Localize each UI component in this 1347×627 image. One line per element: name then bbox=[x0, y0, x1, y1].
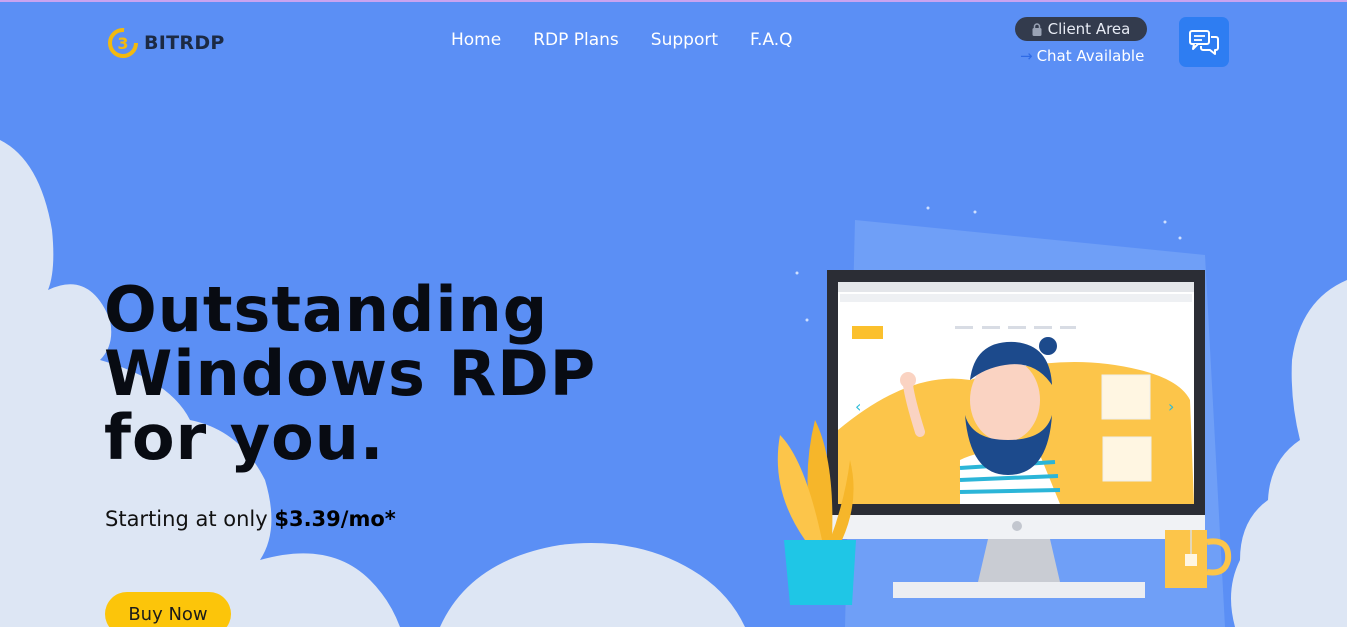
hero-title-line-1: Outstanding bbox=[104, 273, 549, 346]
chat-available-link[interactable]: → Chat Available bbox=[1020, 47, 1144, 65]
client-area-label: Client Area bbox=[1047, 20, 1131, 38]
chat-bubbles-icon bbox=[1189, 30, 1219, 55]
svg-text:3: 3 bbox=[117, 34, 128, 53]
price-value: $3.39/mo* bbox=[274, 507, 396, 531]
price-line: Starting at only $3.39/mo* bbox=[105, 507, 396, 531]
nav-support[interactable]: Support bbox=[651, 30, 718, 50]
hero-illustration: ‹ › bbox=[777, 206, 1232, 627]
client-area-button[interactable]: Client Area bbox=[1015, 17, 1147, 41]
chat-available-label: Chat Available bbox=[1036, 47, 1145, 65]
hero-title-line-3: for you. bbox=[104, 401, 385, 474]
hero-title-line-2: Windows RDP bbox=[104, 337, 597, 410]
arrow-right-icon: → bbox=[1020, 47, 1033, 65]
bitrdp-logo-icon: 3 bbox=[108, 28, 138, 58]
lock-icon bbox=[1032, 22, 1042, 36]
main-nav: Home RDP Plans Support F.A.Q bbox=[451, 30, 825, 50]
brand-logo[interactable]: 3 BITRDP bbox=[107, 27, 225, 59]
nav-faq[interactable]: F.A.Q bbox=[750, 30, 793, 50]
nav-rdp-plans[interactable]: RDP Plans bbox=[533, 30, 619, 50]
brand-name: BITRDP bbox=[144, 32, 225, 54]
buy-now-button[interactable]: Buy Now bbox=[105, 592, 231, 627]
hero-title: Outstanding Windows RDP for you. bbox=[104, 278, 704, 470]
nav-home[interactable]: Home bbox=[451, 30, 501, 50]
chat-button[interactable] bbox=[1179, 17, 1229, 67]
svg-text:‹: ‹ bbox=[855, 397, 861, 416]
svg-text:›: › bbox=[1168, 397, 1174, 416]
price-prefix: Starting at only bbox=[105, 507, 268, 531]
